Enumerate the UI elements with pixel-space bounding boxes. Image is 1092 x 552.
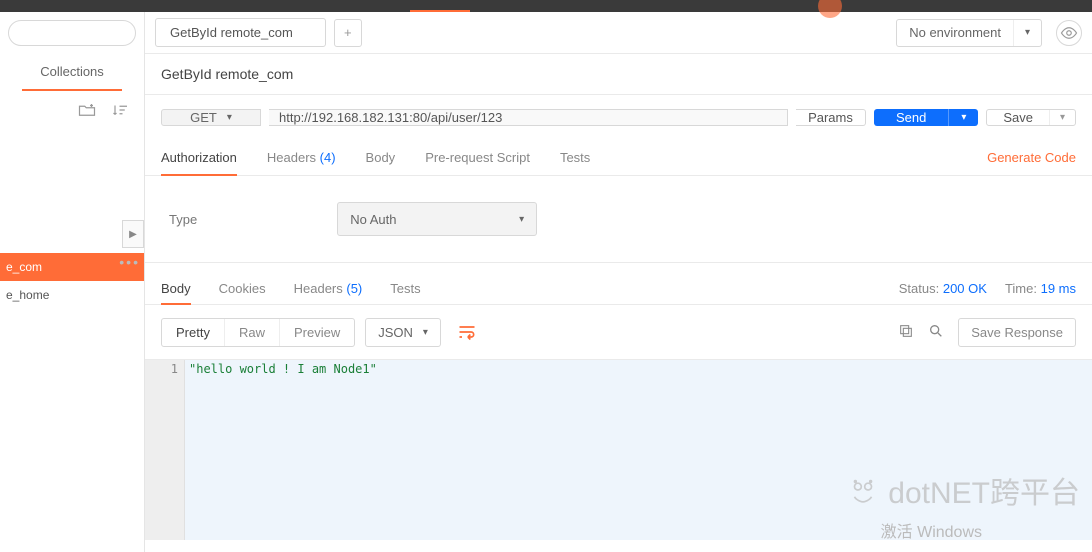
params-button[interactable]: Params bbox=[796, 109, 866, 126]
view-preview-button[interactable]: Preview bbox=[279, 319, 354, 346]
response-tab-cookies[interactable]: Cookies bbox=[219, 273, 266, 304]
chevron-down-icon[interactable]: ▾ bbox=[1049, 110, 1075, 125]
environment-quicklook-icon[interactable] bbox=[1056, 20, 1082, 46]
response-tab-tests[interactable]: Tests bbox=[390, 273, 420, 304]
sidebar-expand-button[interactable]: ▶ bbox=[122, 220, 144, 248]
app-header bbox=[0, 0, 1092, 12]
format-selector[interactable]: JSON ▾ bbox=[365, 318, 441, 347]
chevron-down-icon: ▾ bbox=[423, 327, 428, 338]
send-label: Send bbox=[874, 110, 948, 125]
tab-body[interactable]: Body bbox=[366, 140, 396, 175]
tab-tests[interactable]: Tests bbox=[560, 140, 590, 175]
auth-type-label: Type bbox=[169, 212, 197, 227]
request-name: GetById remote_com bbox=[145, 54, 1092, 95]
new-tab-button[interactable]: + bbox=[334, 19, 362, 47]
format-label: JSON bbox=[378, 325, 413, 340]
status-label: Status: bbox=[899, 281, 939, 296]
collections-tab[interactable]: Collections bbox=[22, 58, 122, 91]
method-label: GET bbox=[190, 110, 217, 125]
tab-headers[interactable]: Headers (4) bbox=[267, 140, 336, 175]
search-icon[interactable] bbox=[928, 323, 944, 342]
headers-count: (5) bbox=[346, 281, 362, 296]
tab-label: Headers bbox=[267, 150, 316, 165]
chevron-down-icon[interactable]: ▾ bbox=[948, 109, 978, 126]
windows-activation-text: 激活 Windows bbox=[881, 518, 982, 542]
tab-label: Headers bbox=[294, 281, 343, 296]
save-response-button[interactable]: Save Response bbox=[958, 318, 1076, 347]
response-tab-headers[interactable]: Headers (5) bbox=[294, 273, 363, 304]
auth-type-selector[interactable]: No Auth ▾ bbox=[337, 202, 537, 236]
collection-item[interactable]: e_home bbox=[0, 281, 144, 309]
view-raw-button[interactable]: Raw bbox=[224, 319, 279, 346]
sidebar-more-icon[interactable]: ••• bbox=[119, 254, 140, 270]
sidebar: Collections ▶ ••• e_com e_home bbox=[0, 12, 145, 552]
auth-selected: No Auth bbox=[350, 212, 396, 227]
status-value: 200 OK bbox=[943, 281, 987, 296]
sort-icon[interactable] bbox=[112, 103, 130, 120]
http-method-selector[interactable]: GET ▾ bbox=[161, 109, 261, 126]
response-body-text[interactable]: "hello world ! I am Node1" bbox=[185, 360, 1092, 540]
watermark: dotNET跨平台 bbox=[846, 468, 1080, 512]
tab-authorization[interactable]: Authorization bbox=[161, 140, 237, 175]
environment-selector[interactable]: No environment ▾ bbox=[896, 19, 1042, 47]
copy-icon[interactable] bbox=[898, 323, 914, 342]
response-body: 1 "hello world ! I am Node1" bbox=[145, 359, 1092, 540]
headers-count: (4) bbox=[320, 150, 336, 165]
watermark-text: dotNET跨平台 bbox=[888, 468, 1080, 512]
time-label: Time: bbox=[1005, 281, 1037, 296]
url-input[interactable]: http://192.168.182.131:80/api/user/123 bbox=[269, 109, 788, 126]
response-tab-body[interactable]: Body bbox=[161, 273, 191, 304]
wrap-lines-icon[interactable] bbox=[451, 317, 483, 347]
tab-prerequest[interactable]: Pre-request Script bbox=[425, 140, 530, 175]
send-button[interactable]: Send ▾ bbox=[874, 109, 978, 126]
environment-label: No environment bbox=[897, 25, 1013, 40]
generate-code-link[interactable]: Generate Code bbox=[987, 140, 1076, 175]
chevron-down-icon: ▾ bbox=[519, 214, 524, 225]
request-tab[interactable]: GetById remote_com bbox=[155, 18, 326, 47]
search-input[interactable] bbox=[8, 20, 136, 46]
chevron-down-icon: ▾ bbox=[227, 112, 232, 123]
chevron-down-icon: ▾ bbox=[1013, 20, 1041, 46]
save-label: Save bbox=[987, 110, 1049, 125]
new-collection-icon[interactable] bbox=[78, 103, 96, 120]
view-pretty-button[interactable]: Pretty bbox=[162, 319, 224, 346]
time-value: 19 ms bbox=[1041, 281, 1076, 296]
line-number-gutter: 1 bbox=[145, 360, 185, 540]
save-button[interactable]: Save ▾ bbox=[986, 109, 1076, 126]
